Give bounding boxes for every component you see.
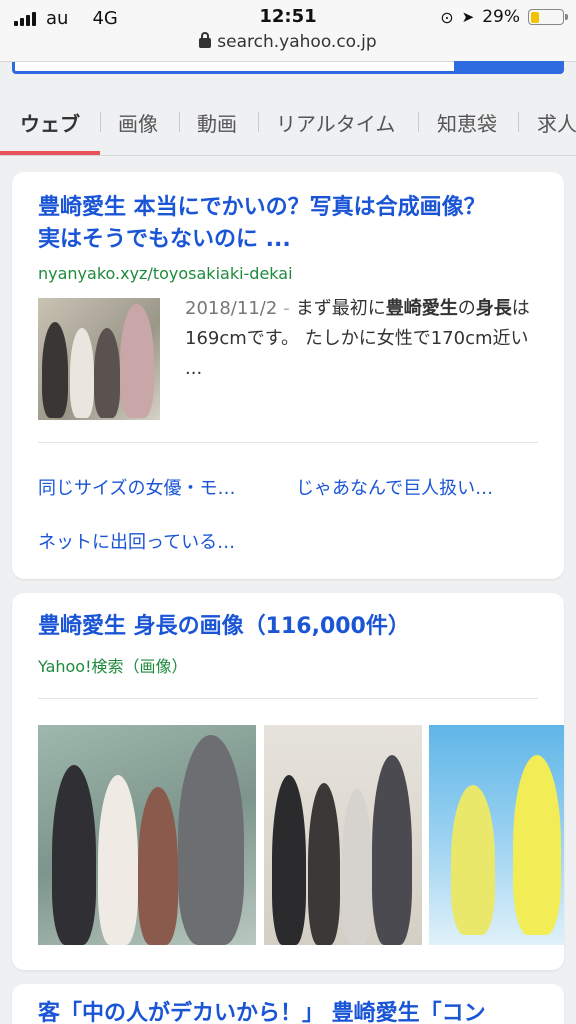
divider [38, 698, 538, 699]
result-title[interactable]: 豊崎愛生 本当にでかいの？写真は合成画像？ 実はそうでもないのに ... [38, 192, 486, 256]
sitelink[interactable]: ネットに出回っている… [38, 528, 235, 554]
search-result-card: 客「中の人がデカいから！」 豊崎愛生「コン [12, 984, 564, 1024]
tab-chiebukuro[interactable]: 知恵袋 [437, 108, 497, 137]
lock-icon [199, 32, 212, 48]
image-result-title[interactable]: 豊崎愛生 身長の画像（116,000件） [38, 611, 410, 643]
search-tabs: ウェブ 画像 動画 リアルタイム 知恵袋 求人 [0, 86, 576, 156]
result-snippet: 2018/11/2- まず最初に豊崎愛生の身長は169cmです。 たしかに女性で1… [185, 298, 530, 379]
image-result-card: 豊崎愛生 身長の画像（116,000件） Yahoo!検索（画像） [12, 593, 564, 970]
search-button[interactable] [454, 61, 564, 73]
image-thumbnail[interactable] [264, 725, 422, 945]
result-url[interactable]: nyanyako.xyz/toyosakiaki-dekai [38, 264, 293, 283]
search-result-card: 豊崎愛生 本当にでかいの？写真は合成画像？ 実はそうでもないのに ... nya… [12, 172, 564, 579]
active-tab-indicator [0, 151, 100, 155]
battery-icon [528, 9, 568, 25]
tab-video[interactable]: 動画 [197, 108, 237, 137]
tab-images[interactable]: 画像 [118, 108, 158, 137]
tab-web[interactable]: ウェブ [20, 108, 80, 137]
sitelink[interactable]: 同じサイズの女優・モ… [38, 474, 235, 500]
result-thumbnail[interactable] [38, 298, 160, 420]
tab-jobs[interactable]: 求人 [537, 108, 576, 137]
result-title[interactable]: 客「中の人がデカいから！」 豊崎愛生「コン [38, 998, 486, 1024]
status-right: ⊙ ➤ 29% [440, 7, 568, 27]
url-text: search.yahoo.co.jp [217, 32, 377, 52]
address-bar[interactable]: search.yahoo.co.jp [0, 32, 576, 52]
image-thumbnail[interactable] [429, 725, 564, 945]
tab-realtime[interactable]: リアルタイム [276, 108, 395, 137]
location-icon: ➤ [461, 8, 475, 26]
divider [38, 442, 538, 443]
search-input[interactable] [12, 61, 564, 74]
rotation-lock-icon: ⊙ [440, 7, 454, 27]
image-thumbnail[interactable] [38, 725, 256, 945]
image-result-source[interactable]: Yahoo!検索（画像） [38, 653, 188, 677]
battery-percent: 29% [482, 7, 520, 27]
sitelink[interactable]: じゃあなんで巨人扱い… [296, 474, 493, 500]
status-bar: au 4G 12:51 ⊙ ➤ 29% search.yahoo.co.jp [0, 0, 576, 62]
result-date: 2018/11/2 [185, 298, 278, 319]
